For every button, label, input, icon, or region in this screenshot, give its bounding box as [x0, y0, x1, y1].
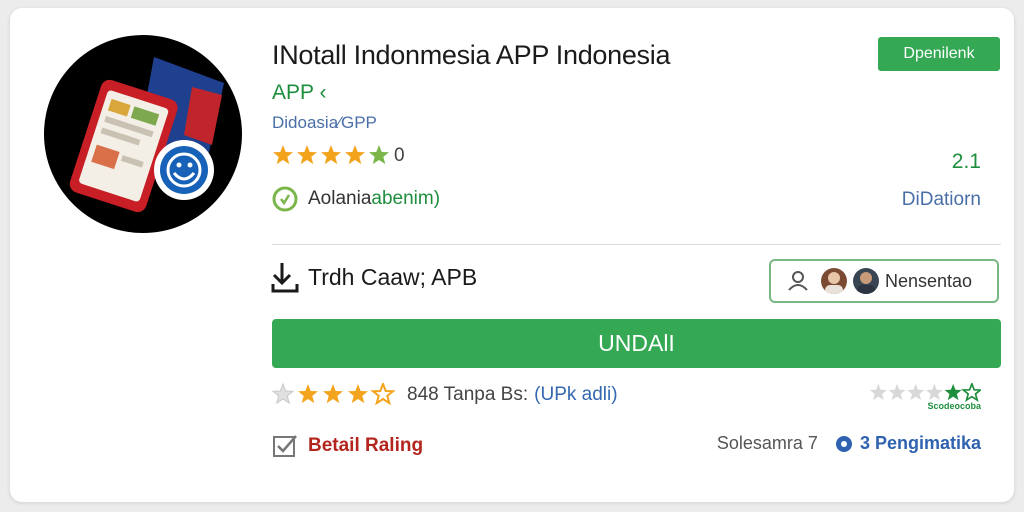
app-listing-card: INotall Indonmesia APP Indonesia APP ‹ D…: [10, 8, 1014, 502]
install-button[interactable]: Dpenilenk: [878, 37, 1000, 71]
review-row: 848 Tanpa Bs: (UPk adli): [272, 383, 618, 407]
reviewers-link[interactable]: 3 Pengimatika: [860, 433, 981, 454]
rating-row: 0: [272, 144, 405, 168]
feature-text-green: abenim): [371, 188, 441, 209]
developer-name[interactable]: Didoasia⁄GPP: [272, 113, 377, 133]
check-circle-icon: [272, 186, 298, 212]
review-count: 848 Tanpa Bs:: [407, 384, 529, 405]
reviews-link[interactable]: (UPk adli): [534, 384, 617, 406]
sessions-count: Solesamra 7: [716, 433, 818, 453]
app-logo-icon: [69, 57, 224, 213]
rating-stars-icon: [273, 145, 389, 165]
badge-icon: [835, 435, 852, 452]
avatar: [821, 268, 847, 294]
review-stars-icon: [272, 383, 394, 405]
members-button[interactable]: Nensentao: [769, 259, 999, 303]
detail-rating-row[interactable]: Betail Raling: [272, 433, 423, 459]
primary-action-button[interactable]: UNDAlI: [272, 319, 1001, 368]
bottom-stats: Solesamra 7 3 Pengimatika: [717, 433, 981, 454]
checkbox-icon: [273, 435, 297, 457]
mini-rating: Scodeocoba: [869, 383, 981, 411]
members-label: Nensentao: [885, 270, 973, 291]
download-row[interactable]: Trdh Caaw; APB: [270, 260, 477, 294]
app-category[interactable]: APP ‹: [272, 81, 326, 105]
avatar: [853, 268, 879, 294]
version-number: 2.1: [951, 150, 981, 173]
rating-value: 0: [394, 145, 405, 166]
mini-stars-icon: [869, 383, 981, 401]
feature-row: Aolania abenim): [272, 186, 440, 212]
download-label: Trdh Caaw; APB: [308, 263, 478, 290]
details-link[interactable]: DiDatiorn: [902, 189, 981, 211]
download-icon: [271, 263, 299, 293]
feature-text: Aolania: [308, 188, 372, 209]
mini-rating-caption: Scodeocoba: [927, 401, 981, 411]
app-icon: [44, 35, 242, 233]
app-title: INotall Indonmesia APP Indonesia: [272, 40, 671, 70]
detail-rating-label: Betail Raling: [308, 435, 424, 456]
user-icon: [788, 271, 808, 291]
divider: [272, 244, 1001, 245]
